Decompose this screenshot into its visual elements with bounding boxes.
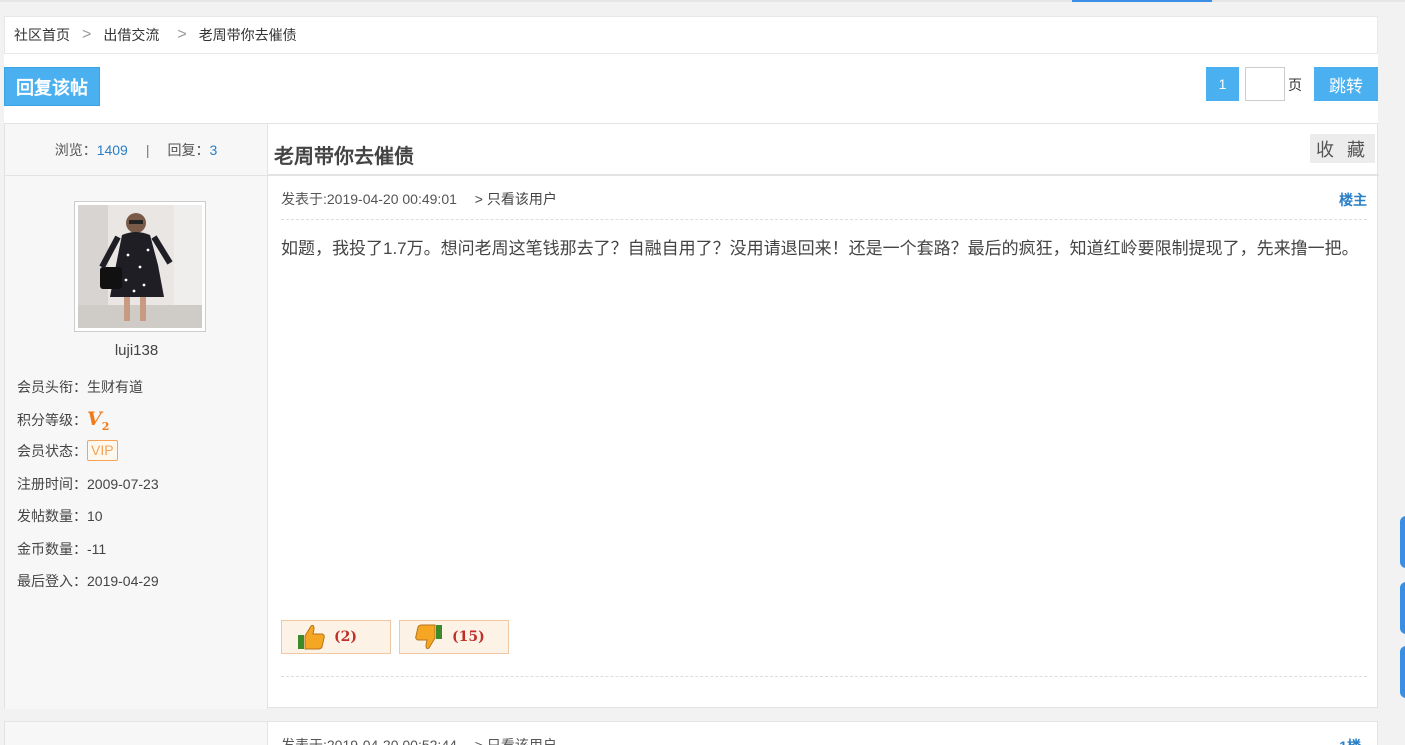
page-unit-label: 页 xyxy=(1288,77,1302,93)
member-status-label: 会员状态： xyxy=(17,442,87,459)
stats-divider: | xyxy=(145,142,150,158)
post-divider xyxy=(281,219,1367,220)
reply-thread-button[interactable]: 回复该帖 xyxy=(4,67,100,106)
breadcrumb-current: 老周带你去催债 xyxy=(198,27,297,43)
reply-meta: 发表于:2019-04-20 00:52:44 > 只看该用户 xyxy=(281,735,557,745)
post-footer-divider xyxy=(281,676,1367,677)
like-count: (2) xyxy=(334,629,357,645)
register-date-row: 注册时间： 2009-07-23 xyxy=(17,474,159,494)
breadcrumb-home[interactable]: 社区首页 xyxy=(14,25,70,45)
coin-count-row: 金币数量： -11 xyxy=(17,539,106,559)
register-date-value: 2009-07-23 xyxy=(87,476,159,492)
post-meta: 发表于:2019-04-20 00:49:01 > 只看该用户 xyxy=(281,189,557,209)
post-count-value: 10 xyxy=(87,508,103,524)
thumbs-down-icon xyxy=(415,624,442,650)
member-title-label: 会员头衔： xyxy=(17,379,87,395)
register-date-label: 注册时间： xyxy=(17,476,87,492)
floor-label: 楼主 xyxy=(1339,192,1367,208)
breadcrumb-board[interactable]: 出借交流 xyxy=(103,25,159,45)
post-timestamp: 发表于:2019-04-20 00:49:01 xyxy=(281,191,457,207)
thread-toolbar: 回复该帖 1 页 跳转 xyxy=(4,54,1378,124)
replies-label: 回复： xyxy=(167,142,210,158)
post-count-row: 发帖数量： 10 xyxy=(17,506,103,526)
dislike-count: (15) xyxy=(452,629,485,645)
jump-page-button[interactable]: 跳转 xyxy=(1314,67,1378,101)
like-button[interactable]: (2) xyxy=(281,620,391,654)
thread-title: 老周带你去催债 xyxy=(274,146,414,168)
thread-stats: 浏览： 1409 | 回复： 3 xyxy=(5,124,268,176)
reply-post: 发表于:2019-04-20 00:52:44 > 只看该用户 1楼 xyxy=(4,721,1378,745)
breadcrumb: 社区首页 > 出借交流 > 老周带你去催债 xyxy=(4,16,1378,54)
only-this-user-link[interactable]: > 只看该用户 xyxy=(475,191,557,207)
avatar-photo-icon xyxy=(78,205,202,328)
dislike-button[interactable]: (15) xyxy=(399,620,509,654)
vip-badge-icon: VIP xyxy=(87,440,118,461)
reply-only-this-user-link[interactable]: > 只看该用户 xyxy=(475,737,557,745)
side-float-tab[interactable] xyxy=(1400,646,1405,698)
top-divider xyxy=(0,0,1405,2)
level-badge-icon: V2 xyxy=(87,408,110,433)
favorite-button[interactable]: 收 藏 xyxy=(1310,134,1375,163)
avatar[interactable] xyxy=(74,201,206,332)
member-title-row: 会员头衔： 生财有道 xyxy=(17,377,143,397)
last-login-label: 最后登入： xyxy=(17,573,87,589)
reply-author-panel xyxy=(5,722,268,745)
views-count: 1409 xyxy=(96,142,128,158)
level-row: 积分等级： V2 xyxy=(17,408,109,433)
post-count-label: 发帖数量： xyxy=(17,508,87,524)
post-content: 发表于:2019-04-20 00:49:01 > 只看该用户 楼主 如题，我投… xyxy=(281,176,1367,709)
reply-floor-label: 1楼 xyxy=(1339,736,1361,745)
last-login-row: 最后登入： 2019-04-29 xyxy=(17,571,159,591)
member-title-value: 生财有道 xyxy=(87,379,143,395)
thumbs-up-icon xyxy=(298,624,325,650)
breadcrumb-separator: > xyxy=(82,26,92,43)
coin-count-label: 金币数量： xyxy=(17,541,87,557)
thread-main-post: 浏览： 1409 | 回复： 3 老周带你去催债 收 藏 luji138 会员头… xyxy=(4,123,1379,709)
thread-title-bar: 老周带你去催债 收 藏 xyxy=(268,124,1379,176)
author-panel: luji138 会员头衔： 生财有道 积分等级： V2 会员状态： VIP 注册… xyxy=(5,176,268,709)
member-status-row: 会员状态： VIP xyxy=(17,440,118,461)
current-page-button[interactable]: 1 xyxy=(1206,67,1239,101)
level-label: 积分等级： xyxy=(17,412,87,429)
author-username[interactable]: luji138 xyxy=(5,342,268,359)
side-float-tab[interactable] xyxy=(1400,582,1405,634)
post-body: 如题，我投了1.7万。想问老周这笔钱那去了？自融自用了？没用请退回来！还是一个套… xyxy=(281,239,1359,258)
breadcrumb-separator: > xyxy=(177,26,187,43)
replies-count: 3 xyxy=(209,142,218,158)
coin-count-value: -11 xyxy=(87,541,107,557)
top-accent-bar xyxy=(1072,0,1212,2)
reply-timestamp: 发表于:2019-04-20 00:52:44 xyxy=(281,737,457,745)
last-login-value: 2019-04-29 xyxy=(87,573,159,589)
side-float-tab[interactable] xyxy=(1400,516,1405,568)
page-number-input[interactable] xyxy=(1245,67,1285,101)
views-label: 浏览： xyxy=(54,142,97,158)
